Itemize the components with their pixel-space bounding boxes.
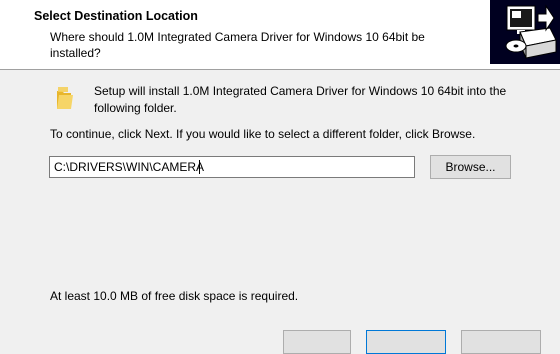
install-info-text: Setup will install 1.0M Integrated Camer… xyxy=(94,84,507,115)
page-title: Select Destination Location xyxy=(34,9,198,23)
browse-button[interactable]: Browse... xyxy=(430,155,511,179)
folder-icon xyxy=(55,85,75,111)
next-button[interactable] xyxy=(366,330,446,354)
cancel-button[interactable] xyxy=(461,330,541,354)
computer-install-icon xyxy=(490,0,560,64)
destination-path-input[interactable] xyxy=(49,156,415,178)
back-button[interactable] xyxy=(283,330,351,354)
wizard-body: Setup will install 1.0M Integrated Camer… xyxy=(0,70,560,354)
text-caret xyxy=(199,160,200,174)
disk-space-text: At least 10.0 MB of free disk space is r… xyxy=(50,289,299,303)
instructions-text: To continue, click Next. If you would li… xyxy=(50,127,476,141)
wizard-header: Select Destination Location Where should… xyxy=(0,0,560,70)
page-subtitle: Where should 1.0M Integrated Camera Driv… xyxy=(50,30,425,60)
